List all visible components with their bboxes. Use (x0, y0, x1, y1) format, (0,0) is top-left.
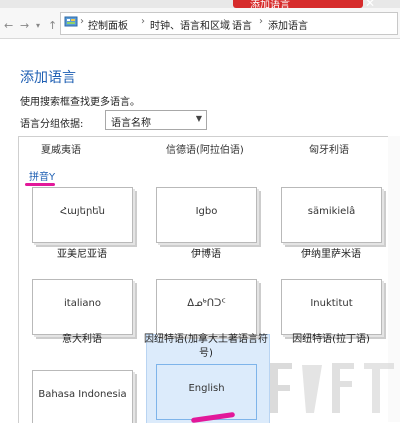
tile-caption: 因纽特语(拉丁语) (292, 334, 370, 345)
tile-native-name: ᐃᓄᒃᑎᑐᑦ (187, 298, 226, 309)
tile-native-name: Inuktitut (310, 298, 353, 309)
language-tile-inuktitut-syllabics[interactable]: ᐃᓄᒃᑎᑐᑦ (156, 279, 257, 335)
tile-native-name: sämikielâ (307, 206, 356, 217)
language-item[interactable]: 夏威夷语 (41, 141, 81, 156)
breadcrumb-separator-icon: › (141, 16, 145, 27)
page-title: 添加语言 (20, 70, 76, 86)
breadcrumb-separator-icon: › (80, 16, 84, 27)
language-tile-igbo[interactable]: Igbo (156, 187, 257, 243)
group-by-value: 语言名称 (111, 118, 151, 129)
breadcrumb[interactable]: › 控制面板 › 时钟、语言和区域 › 语言 › 添加语言 (60, 12, 398, 35)
tile-native-name: English (188, 383, 225, 394)
breadcrumb-separator-icon: › (223, 16, 227, 27)
back-arrow-icon[interactable]: ← (4, 19, 13, 32)
tile-native-name: italiano (64, 298, 101, 309)
tile-native-name: Igbo (195, 206, 218, 217)
breadcrumb-control-panel[interactable]: 控制面板 (88, 17, 128, 32)
group-by-label: 语言分组依据: (20, 119, 84, 130)
tile-caption: 伊博语 (191, 249, 221, 260)
section-header: 拼音Y (29, 172, 56, 183)
watermark-logo (270, 363, 394, 413)
language-tile-armenian[interactable]: Հայերեն (32, 187, 133, 243)
tile-caption: 亚美尼亚语 (57, 249, 107, 260)
language-tile-inari-sami[interactable]: sämikielâ (281, 187, 382, 243)
language-item[interactable]: 信德语(阿拉伯语) (166, 141, 244, 156)
tile-native-name: Bahasa Indonesia (38, 389, 127, 400)
tile-caption: 意大利语 (62, 334, 102, 345)
tile-caption: 伊纳里萨米语 (301, 249, 361, 260)
tile-native-name: Հայերեն (60, 206, 105, 217)
language-tile-inuktitut-latin[interactable]: Inuktitut (281, 279, 382, 335)
language-tile-english[interactable]: English (156, 364, 257, 420)
up-arrow-icon[interactable]: ↑ (48, 19, 57, 32)
language-tile-italian[interactable]: italiano (32, 279, 133, 335)
breadcrumb-language[interactable]: 语言 (232, 17, 252, 32)
address-bar: ← → ▾ ↑ › 控制面板 › 时钟、语言和区域 › 语言 › 添加语言 (0, 8, 400, 39)
group-by-select[interactable]: 语言名称 ▼ (105, 110, 207, 130)
marker-underline (25, 183, 55, 186)
chevron-down-icon: ▼ (195, 114, 202, 123)
tile-caption: 因纽特语(加拿大土著语言符号) (144, 334, 268, 359)
language-item[interactable]: 匈牙利语 (309, 141, 349, 156)
breadcrumb-add-language[interactable]: 添加语言 (268, 17, 308, 32)
recent-pages-chevron-icon[interactable]: ▾ (36, 21, 40, 30)
search-hint: 使用搜索框查找更多语言。 (20, 97, 140, 108)
breadcrumb-clock-region[interactable]: 时钟、语言和区域 (150, 17, 230, 32)
control-panel-icon (64, 16, 78, 27)
language-tile-indonesian[interactable]: Bahasa Indonesia (32, 370, 133, 423)
breadcrumb-separator-icon: › (259, 16, 263, 27)
forward-arrow-icon[interactable]: → (20, 19, 29, 32)
